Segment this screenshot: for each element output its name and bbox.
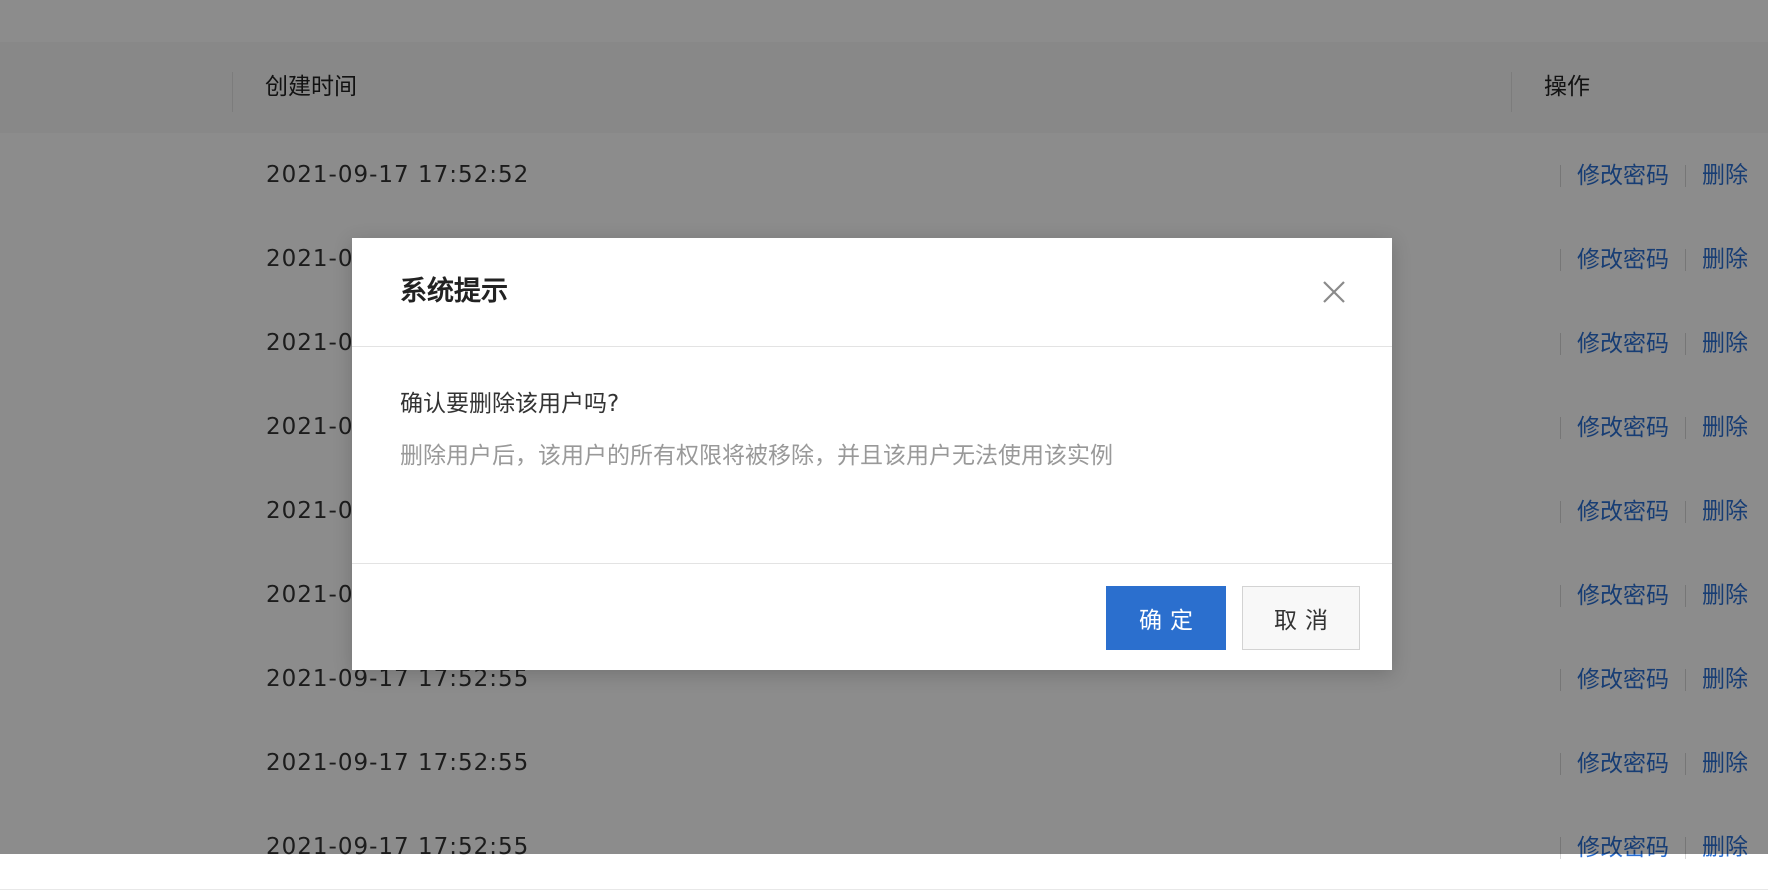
dialog-footer: 确定 取消 <box>352 563 1392 671</box>
confirm-dialog: 系统提示 确认要删除该用户吗? 删除用户后，该用户的所有权限将被移除，并且该用户… <box>352 238 1392 670</box>
dialog-question: 确认要删除该用户吗? <box>400 391 620 417</box>
dialog-description: 删除用户后，该用户的所有权限将被移除，并且该用户无法使用该实例 <box>400 443 1113 469</box>
dialog-title: 系统提示 <box>400 276 508 307</box>
cancel-button[interactable]: 取消 <box>1242 586 1360 650</box>
close-icon[interactable] <box>1320 278 1348 306</box>
confirm-button[interactable]: 确定 <box>1106 586 1226 650</box>
dialog-body: 确认要删除该用户吗? 删除用户后，该用户的所有权限将被移除，并且该用户无法使用该… <box>400 388 1340 472</box>
dialog-header: 系统提示 <box>352 238 1392 347</box>
